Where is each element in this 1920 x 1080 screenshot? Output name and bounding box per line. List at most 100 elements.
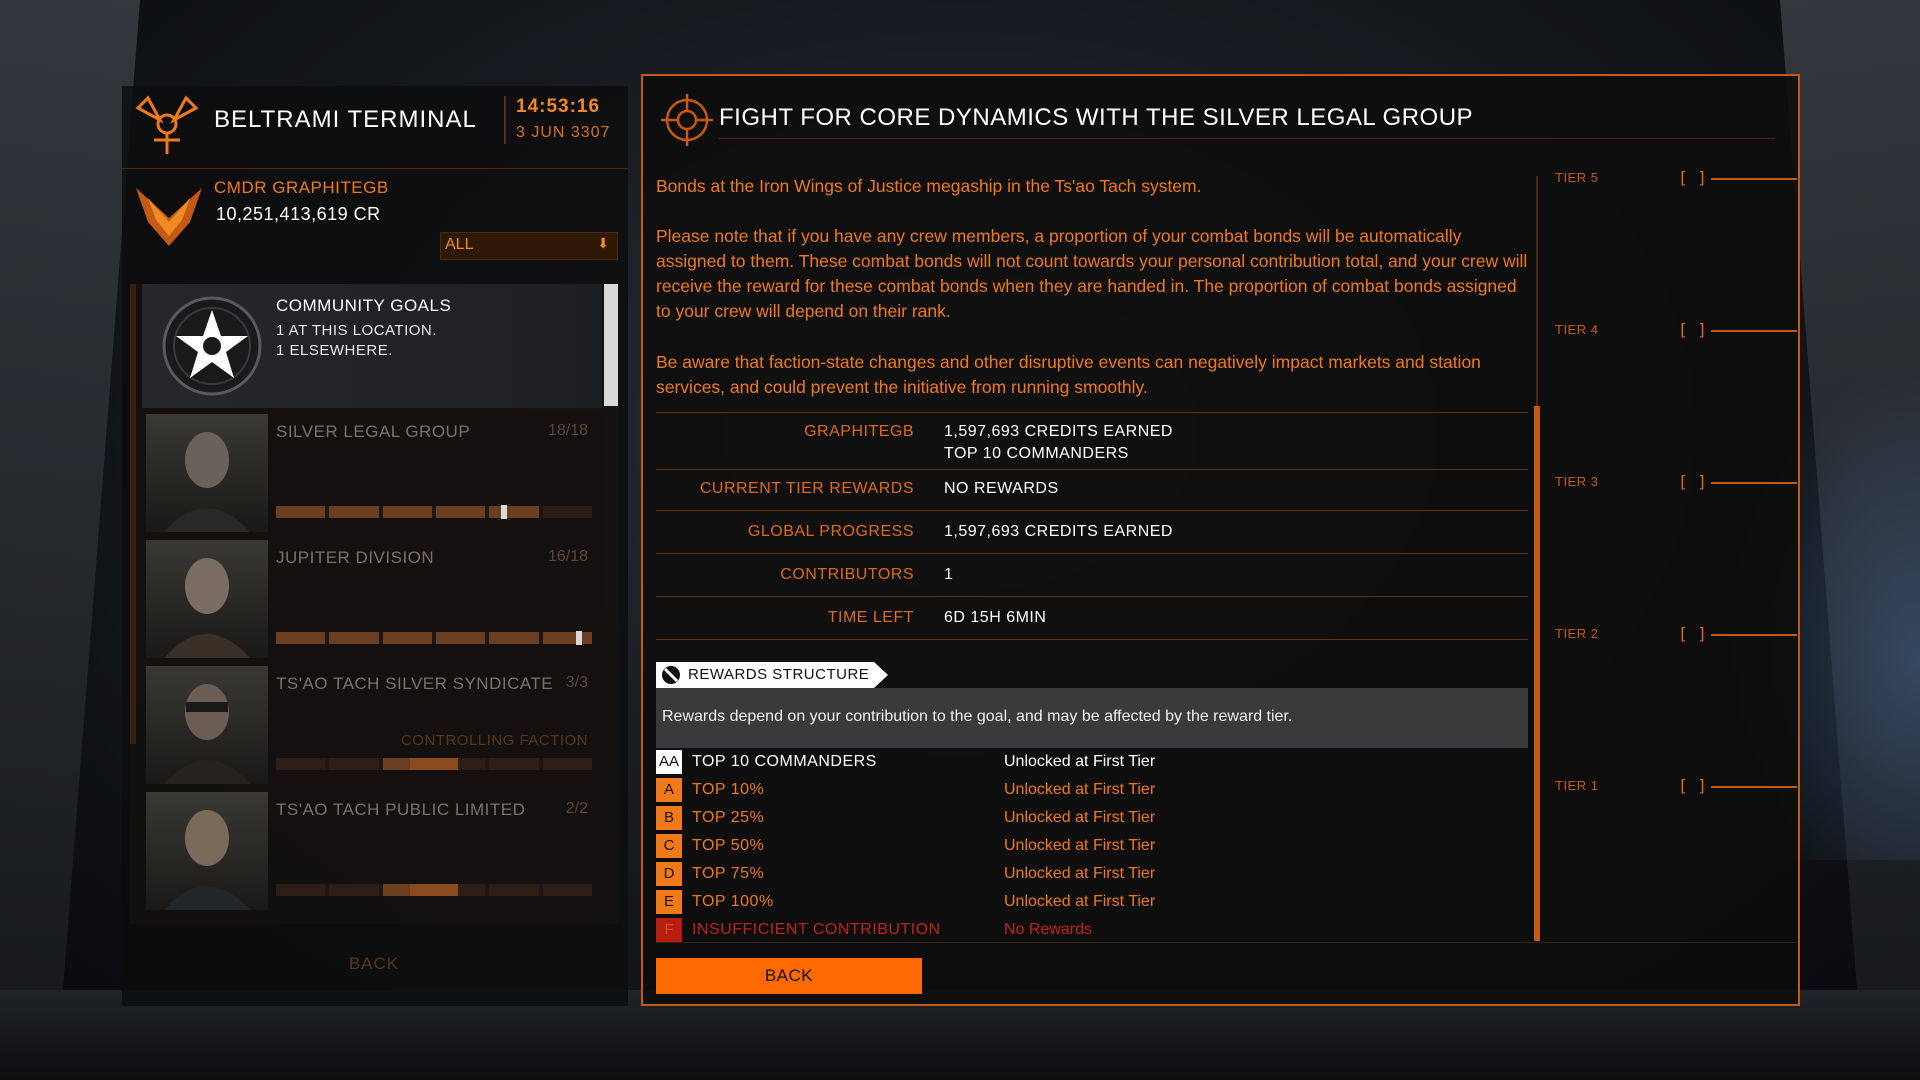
- station-name: BELTRAMI TERMINAL: [214, 106, 477, 133]
- goal-filter-dropdown[interactable]: ALL ⬇: [440, 232, 618, 260]
- tier-line: [1711, 786, 1797, 788]
- reward-bracket: TOP 100%: [692, 893, 774, 910]
- reward-bracket: TOP 25%: [692, 809, 765, 826]
- influence-marker: [501, 505, 507, 519]
- commander-name: CMDR GRAPHITEGB: [214, 178, 389, 197]
- reward-status: Unlocked at First Tier: [1004, 753, 1156, 770]
- faction-name: TS'AO TACH SILVER SYNDICATE: [276, 674, 554, 693]
- game-clock: 14:53:16: [516, 96, 601, 117]
- bottom-rule: [656, 942, 1796, 943]
- community-goals-elsewhere: 1 ELSEWHERE.: [276, 342, 393, 359]
- reward-status: No Rewards: [1004, 921, 1093, 938]
- reward-status: Unlocked at First Tier: [1004, 893, 1156, 910]
- community-goals-local: 1 AT THIS LOCATION.: [276, 322, 437, 339]
- goal-description-3: Be aware that faction-state changes and …: [656, 352, 1481, 397]
- goal-detail-panel: FIGHT FOR CORE DYNAMICS WITH THE SILVER …: [641, 74, 1800, 1006]
- stat-value: 1,597,693 CREDITS EARNED: [944, 423, 1173, 440]
- reward-status: Unlocked at First Tier: [1004, 865, 1156, 882]
- title-rule: [719, 138, 1775, 139]
- goal-stats-table: GRAPHITEGB 1,597,693 CREDITS EARNED TOP …: [656, 412, 1528, 640]
- faction-item-silver-legal-group[interactable]: SILVER LEGAL GROUP 18/18: [142, 410, 602, 536]
- rank-wings-icon: [136, 188, 202, 246]
- faction-portrait: [146, 666, 268, 784]
- commander-credits: 10,251,413,619 CR: [216, 204, 381, 224]
- tier-marker: [ ]: [1678, 320, 1707, 339]
- community-goal-list: COMMUNITY GOALS 1 AT THIS LOCATION. 1 EL…: [130, 284, 618, 924]
- tier-label: TIER 3: [1555, 474, 1599, 489]
- reward-row: AA TOP 10 COMMANDERS Unlocked at First T…: [656, 750, 1528, 776]
- tier-marker: [ ]: [1678, 168, 1707, 187]
- rewards-badge-icon: [662, 666, 680, 684]
- back-button[interactable]: BACK: [656, 958, 922, 994]
- reward-row: D TOP 75% Unlocked at First Tier: [656, 862, 1528, 888]
- community-goals-title: COMMUNITY GOALS: [276, 296, 452, 315]
- header-divider: [504, 96, 506, 144]
- reward-bracket: INSUFFICIENT CONTRIBUTION: [692, 921, 941, 938]
- cockpit-strut-left: [0, 0, 140, 1080]
- tier-label: TIER 5: [1555, 170, 1599, 185]
- faction-name: TS'AO TACH PUBLIC LIMITED: [276, 800, 526, 819]
- reward-status: Unlocked at First Tier: [1004, 809, 1156, 826]
- community-goals-summary[interactable]: COMMUNITY GOALS 1 AT THIS LOCATION. 1 EL…: [142, 284, 602, 408]
- reward-bracket: TOP 50%: [692, 837, 765, 854]
- reward-status: Unlocked at First Tier: [1004, 837, 1156, 854]
- game-date: 3 JUN 3307: [516, 124, 611, 141]
- stat-row-tier-rewards: CURRENT TIER REWARDS NO REWARDS: [656, 470, 1528, 511]
- faction-influence-bar: [276, 758, 592, 770]
- influence-fill: [410, 758, 458, 770]
- reward-row: A TOP 10% Unlocked at First Tier: [656, 778, 1528, 804]
- stat-value: 1,597,693 CREDITS EARNED: [944, 523, 1173, 540]
- tier-label: TIER 4: [1555, 322, 1599, 337]
- reward-bracket: TOP 10%: [692, 781, 765, 798]
- list-scrollbar[interactable]: [604, 284, 618, 406]
- reward-status: Unlocked at First Tier: [1004, 781, 1156, 798]
- grade-badge: A: [656, 778, 682, 802]
- grade-badge: C: [656, 834, 682, 858]
- rewards-note-box: Rewards depend on your contribution to t…: [656, 688, 1528, 748]
- stat-label: GRAPHITEGB: [804, 423, 914, 440]
- stat-label: CONTRIBUTORS: [780, 566, 914, 583]
- faction-item-tsao-tach-silver-syndicate[interactable]: TS'AO TACH SILVER SYNDICATE 3/3 CONTROLL…: [142, 662, 602, 788]
- stat-row-time-left: TIME LEFT 6D 15H 6MIN: [656, 597, 1528, 640]
- rewards-note: Rewards depend on your contribution to t…: [662, 708, 1293, 725]
- faction-portrait: [146, 540, 268, 658]
- reward-row: E TOP 100% Unlocked at First Tier: [656, 890, 1528, 916]
- reward-bracket: TOP 10 COMMANDERS: [692, 753, 877, 770]
- grade-badge: F: [656, 918, 682, 942]
- faction-item-tsao-tach-public-limited[interactable]: TS'AO TACH PUBLIC LIMITED 2/2: [142, 788, 602, 914]
- stat-row-contributors: CONTRIBUTORS 1: [656, 554, 1528, 597]
- goal-description-2: Please note that if you have any crew me…: [656, 226, 1528, 321]
- tier-marker: [ ]: [1678, 472, 1707, 491]
- influence-marker: [576, 631, 582, 645]
- reward-row: B TOP 25% Unlocked at First Tier: [656, 806, 1528, 832]
- station-header: BELTRAMI TERMINAL 14:53:16 3 JUN 3307: [122, 86, 628, 169]
- tier-marker: [ ]: [1678, 624, 1707, 643]
- controlling-faction-tag: CONTROLLING FACTION: [400, 732, 588, 749]
- tier-marker: [ ]: [1678, 776, 1707, 795]
- stat-label: CURRENT TIER REWARDS: [699, 480, 914, 497]
- tier-line: [1711, 482, 1797, 484]
- faction-influence-bar: [276, 884, 592, 896]
- grade-badge: AA: [656, 750, 682, 774]
- tier-line: [1711, 634, 1797, 636]
- reward-row: C TOP 50% Unlocked at First Tier: [656, 834, 1528, 860]
- arrow-down-icon: ⬇: [597, 236, 609, 252]
- faction-name: JUPITER DIVISION: [276, 548, 435, 567]
- faction-name: SILVER LEGAL GROUP: [276, 422, 471, 441]
- tier-line: [1711, 178, 1797, 180]
- faction-influence-bar: [276, 505, 592, 519]
- faction-item-jupiter-division[interactable]: JUPITER DIVISION 16/18: [142, 536, 602, 662]
- faction-count: 3/3: [565, 674, 588, 691]
- left-back-button[interactable]: BACK: [130, 946, 618, 982]
- faction-portrait: [146, 792, 268, 910]
- faction-portrait: [146, 414, 268, 532]
- stat-row-global-progress: GLOBAL PROGRESS 1,597,693 CREDITS EARNED: [656, 511, 1528, 554]
- stat-label: GLOBAL PROGRESS: [747, 523, 914, 540]
- station-faction-icon: [135, 95, 199, 154]
- goal-title: FIGHT FOR CORE DYNAMICS WITH THE SILVER …: [719, 104, 1474, 131]
- stat-value: 1: [944, 566, 954, 583]
- faction-count: 18/18: [547, 422, 588, 439]
- filter-value: ALL: [445, 236, 474, 253]
- list-rail: [130, 284, 136, 744]
- stat-label: TIME LEFT: [827, 609, 914, 626]
